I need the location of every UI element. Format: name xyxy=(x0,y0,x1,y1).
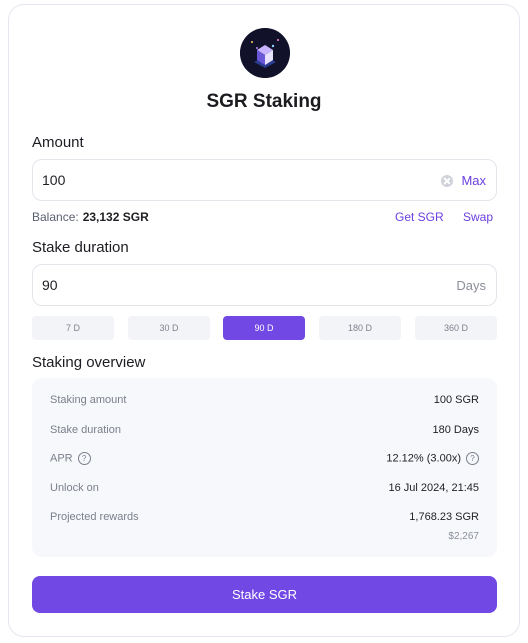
ov-value-duration: 180 Days xyxy=(432,424,479,436)
max-button[interactable]: Max xyxy=(461,173,486,188)
staking-overview: Staking amount 100 SGR Stake duration 18… xyxy=(32,378,497,557)
ov-label-rewards: Projected rewards xyxy=(50,511,139,523)
duration-input[interactable] xyxy=(42,277,342,293)
duration-unit: Days xyxy=(456,278,486,293)
sgr-logo-icon xyxy=(240,28,290,78)
ov-label-unlock: Unlock on xyxy=(50,482,99,494)
amount-label: Amount xyxy=(32,134,84,151)
duration-chip-30d[interactable]: 30 D xyxy=(128,316,210,340)
duration-chip-180d[interactable]: 180 D xyxy=(319,316,401,340)
balance-label: Balance: xyxy=(32,210,79,224)
overview-title: Staking overview xyxy=(32,354,146,371)
balance-value: 23,132 SGR xyxy=(82,210,149,224)
duration-label: Stake duration xyxy=(32,239,129,256)
ov-label-duration: Stake duration xyxy=(50,424,121,436)
amount-input[interactable] xyxy=(42,172,342,188)
duration-chip-360d[interactable]: 360 D xyxy=(415,316,497,340)
swap-link[interactable]: Swap xyxy=(463,210,493,224)
amount-field[interactable]: Max xyxy=(32,159,497,201)
ov-label-amount: Staking amount xyxy=(50,394,127,406)
get-sgr-link[interactable]: Get SGR xyxy=(395,210,444,224)
ov-value-rewards: 1,768.23 SGR xyxy=(409,511,479,523)
help-icon[interactable]: ? xyxy=(466,452,479,465)
ov-rewards-usd: $2,267 xyxy=(448,531,479,542)
balance-row: Balance: 23,132 SGR xyxy=(32,210,149,224)
duration-chip-90d[interactable]: 90 D xyxy=(223,316,305,340)
ov-value-apr: 12.12% (3.00x) xyxy=(386,452,461,465)
ov-label-apr-row: APR? xyxy=(50,452,91,465)
clear-icon[interactable] xyxy=(441,175,453,187)
help-icon[interactable]: ? xyxy=(77,452,91,465)
ov-value-amount: 100 SGR xyxy=(433,394,479,406)
stake-button[interactable]: Stake SGR xyxy=(32,576,497,613)
page-title: SGR Staking xyxy=(206,91,322,112)
ov-value-apr-row: 12.12% (3.00x)? xyxy=(386,452,479,465)
duration-field[interactable]: Days xyxy=(32,264,497,306)
ov-label-apr: APR xyxy=(50,452,73,465)
duration-chip-7d[interactable]: 7 D xyxy=(32,316,114,340)
ov-value-unlock: 16 Jul 2024, 21:45 xyxy=(388,482,479,494)
